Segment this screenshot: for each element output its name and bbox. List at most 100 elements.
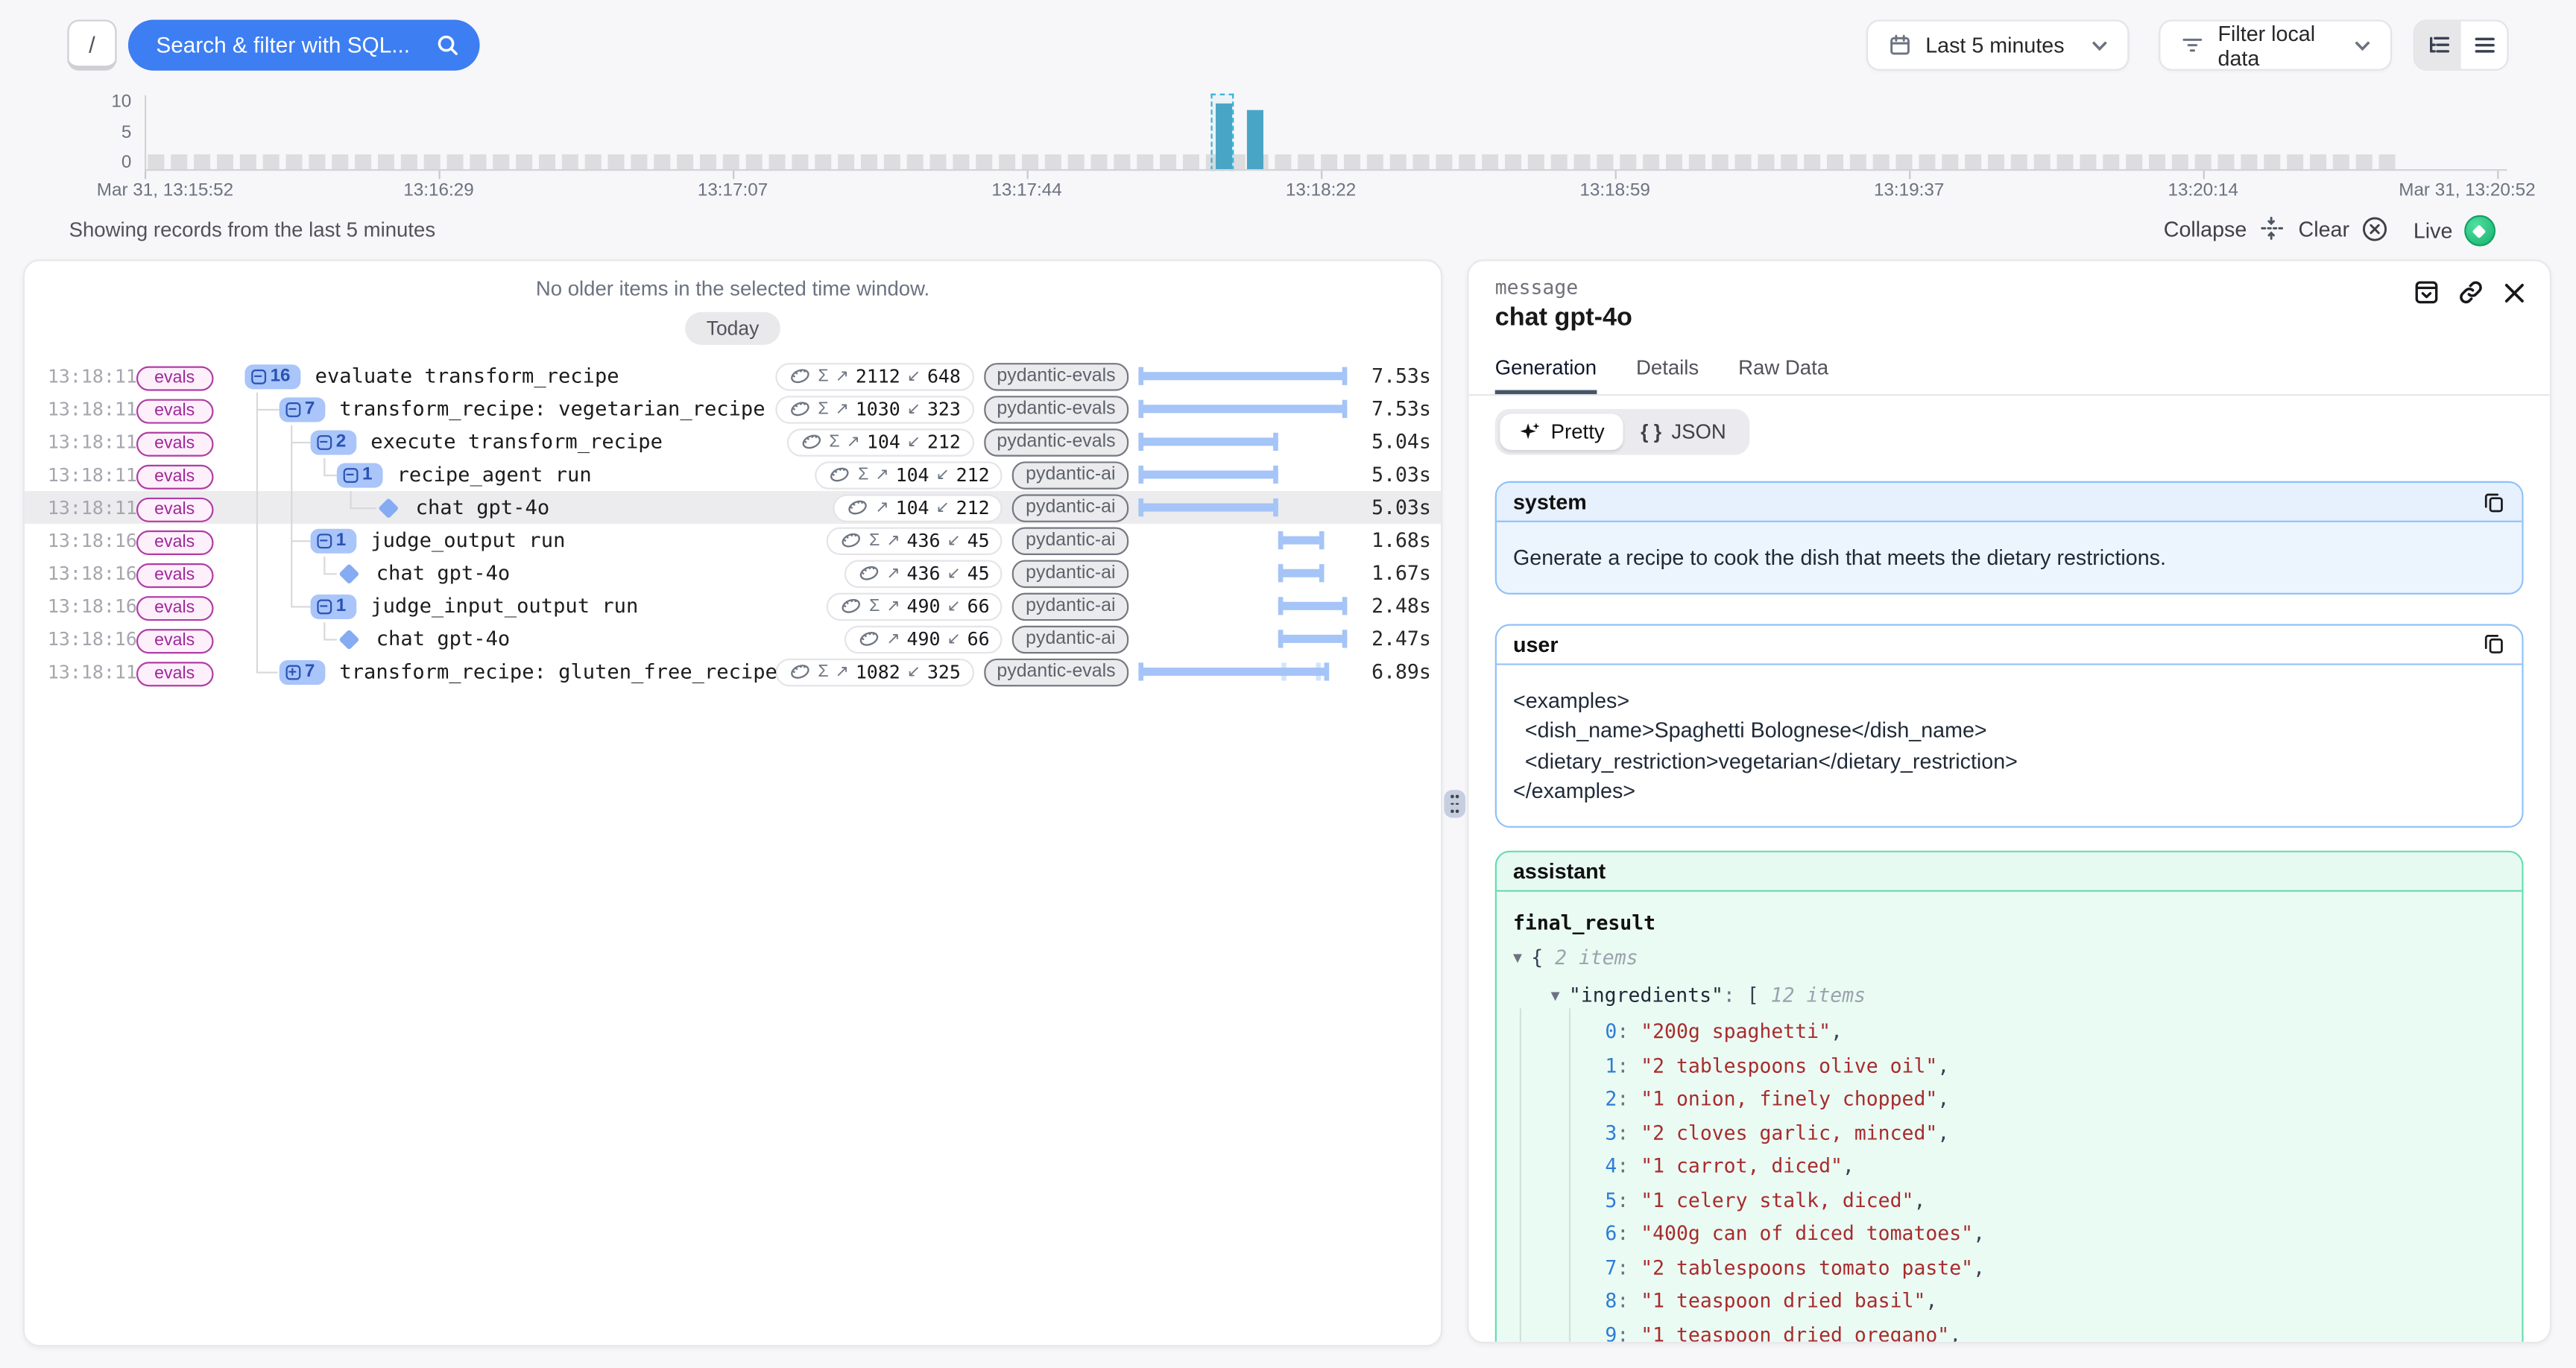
collapse-toggle[interactable]: −1 <box>337 462 382 487</box>
trace-row[interactable]: 13:18:16 evals chat gpt-4o ↗436 ↙45 pyda… <box>25 557 1441 589</box>
input-tokens-arrow-icon: ↗ <box>886 597 900 615</box>
collapse-toggle[interactable]: −2 <box>311 429 356 454</box>
list-view-button[interactable] <box>2461 22 2507 69</box>
token-usage-badge: Σ ↗104 ↙212 <box>815 460 1003 488</box>
filter-local-data-dropdown[interactable]: Filter local data <box>2159 19 2392 70</box>
json-string-value: "1 carrot, diced" <box>1641 1154 1843 1177</box>
output-tokens-arrow-icon: ↙ <box>935 466 949 484</box>
sigma-icon: Σ <box>818 662 828 681</box>
framework-badge: pydantic-evals <box>984 395 1128 422</box>
evals-badge[interactable]: evals <box>136 596 213 621</box>
tokens-coin-icon <box>789 399 812 419</box>
y-tick-0: 0 <box>33 153 131 172</box>
search-input[interactable]: Search & filter with SQL... <box>128 19 480 70</box>
evals-badge[interactable]: evals <box>136 432 213 457</box>
x-tick-label: 13:18:59 <box>1579 180 1650 200</box>
pretty-json-toggle: Pretty { } JSON <box>1495 409 1749 455</box>
collapse-toggle[interactable]: −1 <box>311 528 356 553</box>
trace-row[interactable]: 13:18:16 evals −1 judge_input_output run… <box>25 589 1441 622</box>
json-index: 2 <box>1605 1087 1617 1110</box>
item-count: 12 items <box>1771 983 1866 1006</box>
tokens-coin-icon <box>846 498 869 517</box>
panel-resize-handle[interactable] <box>1444 790 1465 817</box>
evals-badge[interactable]: evals <box>136 498 213 522</box>
framework-badge: pydantic-ai <box>1013 592 1129 620</box>
tokens-coin-icon <box>857 563 880 583</box>
chevron-down-icon[interactable]: ▼ <box>1551 980 1569 1013</box>
row-duration: 5.03s <box>1371 496 1431 519</box>
collapse-button[interactable]: Collapse <box>2164 215 2283 241</box>
span-label: judge_input_output run <box>370 595 638 618</box>
trace-row[interactable]: 13:18:11 evals −7 transform_recipe: vege… <box>25 393 1441 425</box>
evals-badge[interactable]: evals <box>136 563 213 588</box>
json-string-value: "400g can of diced tomatoes" <box>1641 1222 1973 1245</box>
row-timestamp: 13:18:16 <box>48 628 136 650</box>
tab-raw-data[interactable]: Raw Data <box>1738 356 1828 394</box>
chevron-down-icon[interactable]: ▼ <box>1513 943 1531 976</box>
evals-badge[interactable]: evals <box>136 662 213 686</box>
records-histogram[interactable]: 10 5 0 Mar 31, 13:15:5213:16:2913:17:071… <box>0 86 2576 209</box>
sigma-icon: Σ <box>818 367 828 386</box>
x-tick-label: 13:19:37 <box>1874 180 1944 200</box>
trace-row[interactable]: 13:18:16 evals chat gpt-4o ↗490 ↙66 pyda… <box>25 622 1441 655</box>
trace-row[interactable]: 13:18:11 evals +7 transform_recipe: glut… <box>25 655 1441 688</box>
span-label: execute transform_recipe <box>370 430 663 453</box>
slash-shortcut-key[interactable]: / <box>67 19 116 70</box>
tab-details[interactable]: Details <box>1636 356 1699 394</box>
sigma-icon: Σ <box>858 465 868 484</box>
json-string-value: "2 tablespoons tomato paste" <box>1641 1255 1973 1279</box>
span-label: evaluate transform_recipe <box>315 364 619 387</box>
copy-link-icon[interactable] <box>2457 279 2484 305</box>
input-tokens-arrow-icon: ↗ <box>836 367 849 385</box>
time-range-label: Last 5 minutes <box>1925 33 2064 57</box>
row-duration: 2.48s <box>1371 595 1431 618</box>
trace-row[interactable]: 13:18:16 evals −1 judge_output run Σ ↗43… <box>25 524 1441 557</box>
trace-list-panel: No older items in the selected time wind… <box>23 259 1442 1346</box>
histogram-bar[interactable] <box>1247 110 1263 169</box>
pretty-button[interactable]: Pretty <box>1500 414 1623 449</box>
collapse-toggle[interactable]: −1 <box>311 594 356 618</box>
copy-icon[interactable] <box>2482 633 2505 656</box>
evals-badge[interactable]: evals <box>136 465 213 490</box>
system-message-content: Generate a recipe to cook the dish that … <box>1497 522 2522 592</box>
json-index: 9 <box>1605 1323 1617 1341</box>
trace-row[interactable]: 13:18:11 evals −2 execute transform_reci… <box>25 425 1441 458</box>
row-duration: 7.53s <box>1371 397 1431 420</box>
output-tokens-arrow-icon: ↙ <box>947 597 960 615</box>
clear-button[interactable]: Clear <box>2299 215 2389 243</box>
collapse-toggle[interactable]: −16 <box>244 364 300 388</box>
trace-row[interactable]: 13:18:11 evals chat gpt-4o ↗104 ↙212 pyd… <box>25 491 1441 524</box>
output-tokens-arrow-icon: ↙ <box>907 433 921 451</box>
json-string-value: "1 teaspoon dried oregano" <box>1641 1323 1949 1341</box>
copy-icon[interactable] <box>2482 490 2505 513</box>
expand-toggle[interactable]: +7 <box>280 659 325 684</box>
waterfall-cell: 5.03s <box>1135 458 1434 491</box>
today-pill[interactable]: Today <box>685 312 780 345</box>
span-label: chat gpt-4o <box>376 562 510 585</box>
evals-badge[interactable]: evals <box>136 367 213 391</box>
evals-badge[interactable]: evals <box>136 629 213 653</box>
row-timestamp: 13:18:11 <box>48 497 136 519</box>
trace-row[interactable]: 13:18:11 evals −1 recipe_agent run Σ ↗10… <box>25 458 1441 491</box>
trace-row[interactable]: 13:18:11 evals −16 evaluate transform_re… <box>25 360 1441 393</box>
evals-badge[interactable]: evals <box>136 531 213 555</box>
json-button[interactable]: { } JSON <box>1623 414 1744 449</box>
collapse-vertical-icon <box>2258 215 2283 241</box>
tab-generation[interactable]: Generation <box>1495 356 1597 394</box>
evals-badge[interactable]: evals <box>136 399 213 424</box>
assistant-role-label: assistant <box>1513 858 1606 883</box>
collapse-toggle[interactable]: −7 <box>280 396 325 421</box>
duration-bar <box>1138 372 1347 380</box>
json-string-value: "1 teaspoon dried basil" <box>1641 1289 1925 1312</box>
close-icon[interactable] <box>2502 280 2527 305</box>
live-toggle[interactable]: Live <box>2414 215 2496 247</box>
tree-view-button[interactable] <box>2415 22 2461 69</box>
duration-bar <box>1138 470 1278 478</box>
time-range-dropdown[interactable]: Last 5 minutes <box>1866 19 2130 70</box>
live-indicator-icon <box>2464 215 2496 247</box>
x-axis <box>145 169 2507 171</box>
open-panel-icon[interactable] <box>2414 279 2440 305</box>
duration-bar <box>1138 437 1278 446</box>
row-duration: 2.47s <box>1371 627 1431 650</box>
span-label: judge_output run <box>370 529 565 552</box>
